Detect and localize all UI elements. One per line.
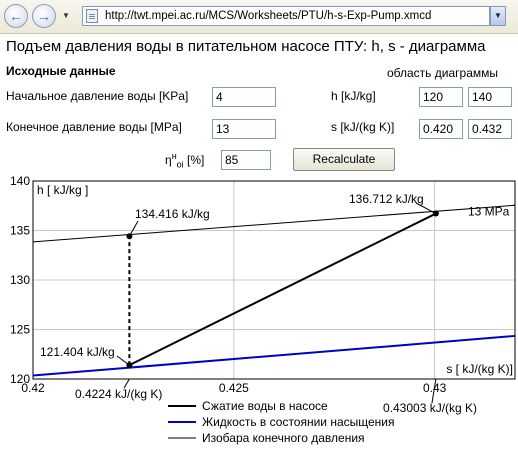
x-axis-label: s [ kJ/(kg K)] [446,362,513,376]
y-tick-label: 140 [10,174,30,188]
y-tick-label: 130 [10,273,30,287]
data-point [126,362,133,369]
x-tick-label: 0.42 [21,381,45,395]
y-axis-label: h [ kJ/kg ] [37,183,88,197]
legend-label: Изобара конечного давления [202,431,365,445]
hs-diagram: 1201251301351400.420.4250.43h [ kJ/kg ]s… [10,174,516,445]
legend-label: Сжатие воды в насосе [202,399,328,413]
point-value-label: 136.712 kJ/kg [349,192,424,206]
y-tick-label: 135 [10,224,30,238]
x-marker-label: 0.43003 kJ/(kg K) [383,401,477,415]
x-tick-label: 0.425 [219,381,249,395]
legend-label: Жидкость в состоянии насыщения [202,415,395,429]
y-tick-label: 125 [10,323,30,337]
isobar-label: 13 MPa [468,205,510,219]
point-value-label: 134.416 kJ/kg [135,207,210,221]
data-point [432,210,439,217]
point-value-label: 121.404 kJ/kg [40,345,115,359]
data-point [126,233,133,240]
x-marker-label: 0.4224 kJ/(kg K) [75,387,162,401]
